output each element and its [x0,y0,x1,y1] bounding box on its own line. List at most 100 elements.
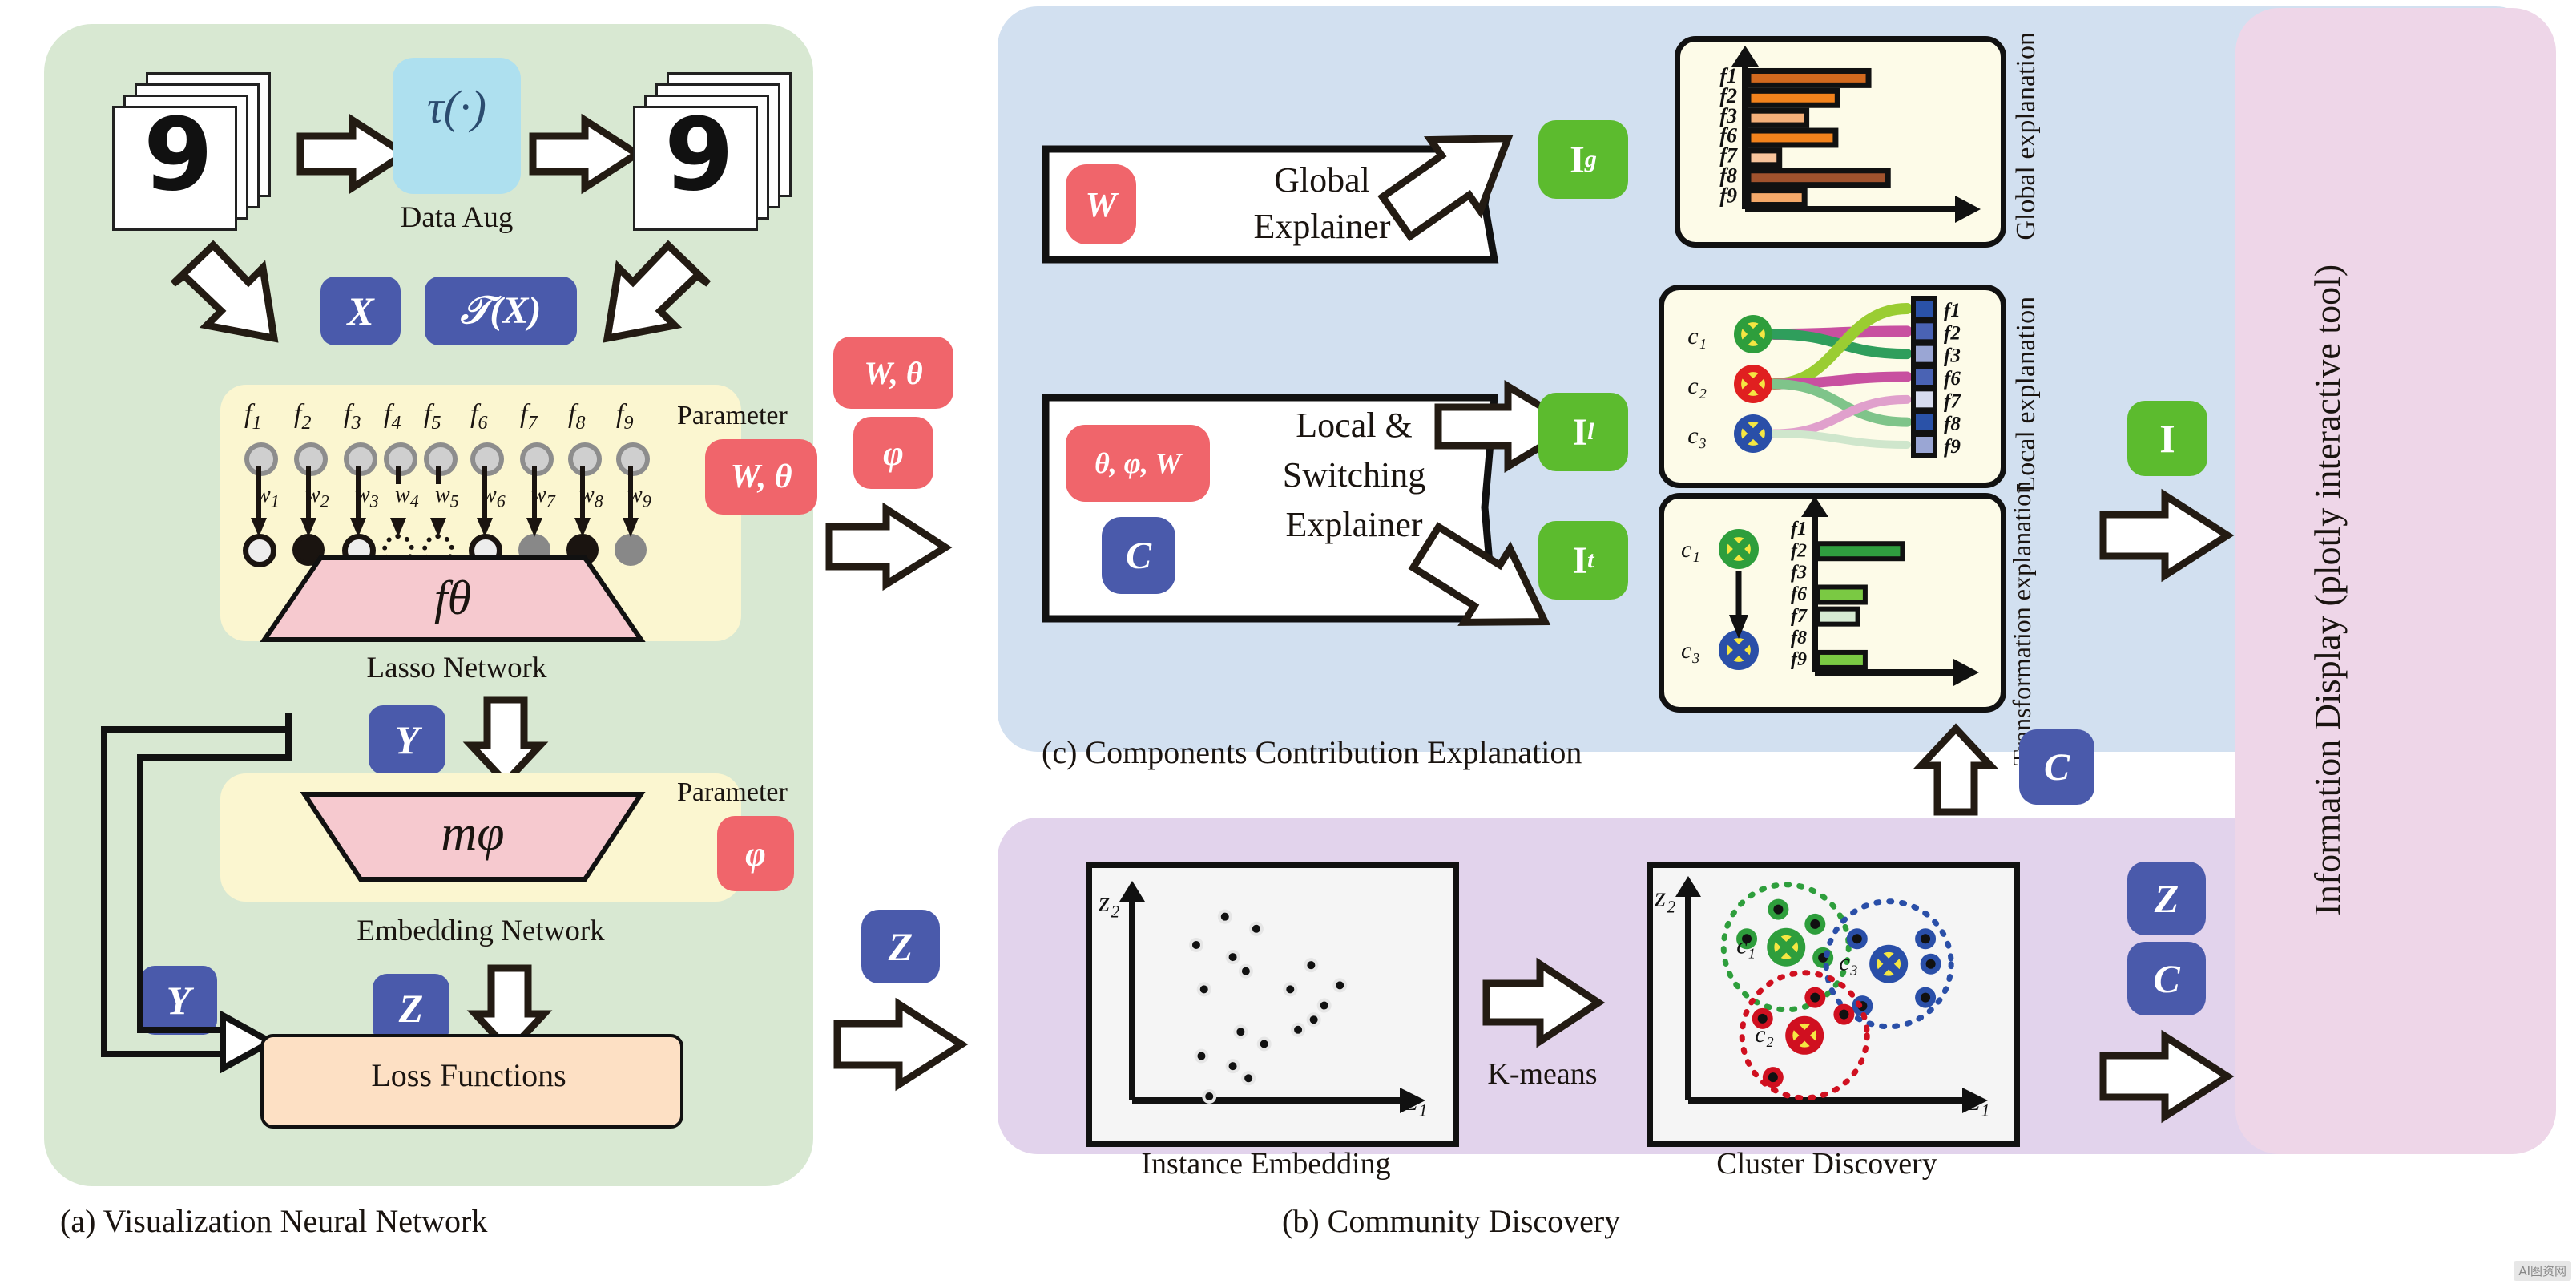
bar [1745,168,1891,188]
digit-glyph: 9 [143,97,213,213]
scatter-point [1244,1074,1253,1083]
chip-c-feedback: C [2019,729,2094,805]
cluster-centroid-label: c₂ [1755,1021,1774,1048]
caption-panel-c: (c) Components Contribution Explanation [1042,734,1582,770]
chip-i-to-display: I [2127,401,2207,476]
sankey-target-label: f8 [1944,414,1961,435]
arrow-to-x-chip [170,240,279,343]
chip-phi: φ [717,816,794,891]
chip-tx: 𝒯(X) [425,277,577,345]
bar [1745,127,1839,148]
chip-c-to-display: C [2127,942,2206,1015]
chip-z-to-community-label: Z [888,924,913,969]
scatter-point [1260,1040,1268,1048]
axis-label-y: z₂ [1654,881,1676,913]
chip-c-to-display-label: C [2153,956,2180,1001]
information-display-title: Information Display (plotly interactive … [2300,264,2492,915]
side-global-line-1: Global [2011,166,2041,240]
chip-ig: Ig [1538,120,1628,199]
weight-arrow-8 [574,466,591,537]
feature-label-6: f6 [470,399,488,434]
sankey-target-label: f7 [1944,390,1961,412]
scatter-point [1236,1028,1245,1036]
chip-tx-label: 𝒯(X) [460,289,542,332]
chip-local-c-label: C [1125,534,1151,577]
arrow-z-to-community [833,997,969,1092]
sankey-source-label: c₂ [1687,373,1707,399]
sankey-link [1770,430,1911,449]
feature-label-9: f9 [616,399,634,434]
scatter-point [1220,912,1229,921]
chip-x: X [320,277,401,345]
weight-arrow-9 [623,466,639,537]
bar [1816,649,1868,670]
cluster-member-point [1921,992,1931,1003]
scatter-point [1205,1092,1214,1100]
caption-panel-a: (a) Visualization Neural Network [60,1203,488,1239]
bar-category-label: f7 [1791,606,1808,627]
sankey-target-node [1911,386,1937,413]
bar [1816,541,1905,562]
digit-card-stack: 9 [112,72,288,248]
cluster-centroid-label: c₁ [1736,933,1756,959]
augmented-digit-card-stack: 9 [633,72,809,248]
side-label-global-explanation: Global explanation [2011,32,2067,240]
cluster-discovery-scatter: z₂ z₁ c₁ c₃ c₂ [1654,876,1990,1116]
arrow-params-to-explainers [825,502,953,592]
sankey-target-node [1911,409,1937,435]
bar [1816,584,1868,605]
kmeans-label: K-means [1487,1057,1598,1091]
chip-y-label: Y [394,717,420,762]
chip-local-params-label: θ, φ, W [1094,447,1181,479]
data-aug-label: Data Aug [400,201,514,234]
cluster-centroid-label: c₃ [1839,950,1858,976]
feature-label-2: f2 [294,399,312,434]
chip-phi-in-label: φ [883,433,904,473]
chip-global-w: W [1066,164,1136,244]
global-explanation-chart: f1f2f3f6f7f8f9 [1719,46,1981,223]
bar [1745,107,1810,128]
scatter-point [1286,985,1295,994]
chip-global-w-label: W [1085,184,1117,224]
chip-ig-label: I [1570,138,1585,181]
scatter-point [1336,981,1344,990]
arrow-to-ig [1377,135,1514,242]
axis-label-y: z₂ [1098,886,1120,918]
axis-label-x: z₁ [1405,1084,1428,1116]
instance-embedding-label: Instance Embedding [1141,1147,1391,1181]
sankey-source-label: c₃ [1687,422,1707,449]
bar [1745,188,1808,208]
side-label-local-explanation: Local explanation [2011,297,2067,493]
chip-w-theta-label: W, θ [730,458,792,495]
feature-label-1: f1 [244,399,262,434]
bar-category-label: f8 [1791,628,1807,648]
arrow-zc-to-display [2099,1029,2235,1124]
augmented-digit-glyph: 9 [664,97,734,213]
side-global-line-2: explanation [2011,32,2041,159]
scatter-point [1197,1052,1206,1060]
scatter-point [1320,1001,1328,1010]
cluster-member-point [1921,934,1931,944]
chip-local-params: θ, φ, W [1066,425,1210,502]
chip-il: Il [1538,393,1628,471]
instance-embedding-scatter: z₂ z₁ [1098,881,1428,1116]
chip-il-sup: l [1587,418,1594,445]
weight-arrow-7 [526,466,542,537]
feature-label-7: f7 [520,399,538,434]
bar-category-label: f3 [1791,563,1807,583]
chip-it-sup: t [1587,547,1594,573]
loss-feedback-path [101,713,292,1074]
sankey-source-label: c₁ [1687,323,1707,349]
m-phi-label: mφ [441,806,505,861]
weight-arrow-6 [477,466,493,537]
sankey-target-label: f6 [1944,368,1961,390]
lasso-network-label: Lasso Network [366,652,547,684]
bar-category-label: f2 [1791,540,1807,561]
loss-functions-label: Loss Functions [371,1057,566,1093]
information-display-line-2: (plotly interactive tool) [2307,264,2348,607]
feature-label-8: f8 [568,399,586,434]
sankey-target-node [1911,364,1937,390]
scatter-point [1309,1015,1318,1024]
scatter-point [1241,967,1250,975]
chip-il-label: I [1572,410,1588,454]
